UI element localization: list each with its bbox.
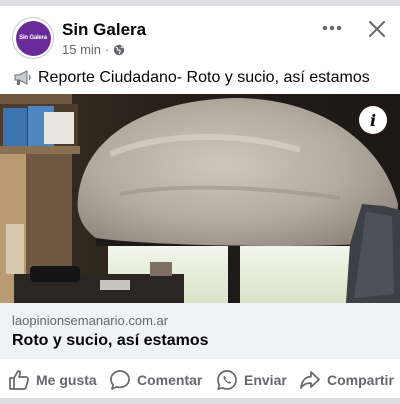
- like-button[interactable]: Me gusta: [8, 368, 97, 392]
- meta-separator: ·: [105, 42, 110, 57]
- info-button[interactable]: i: [359, 106, 387, 134]
- send-label: Enviar: [244, 372, 287, 388]
- link-title[interactable]: Roto y sucio, así estamos: [12, 332, 209, 350]
- avatar[interactable]: Sin Galera: [12, 17, 54, 59]
- post-meta: 15 min ·: [62, 42, 125, 57]
- comment-button[interactable]: Comentar: [109, 368, 202, 392]
- avatar-logo-text: Sin Galera: [19, 35, 47, 41]
- post-text-content: Reporte Ciudadano- Roto y sucio, así est…: [38, 69, 370, 86]
- close-button[interactable]: [364, 16, 390, 42]
- link-preview[interactable]: [0, 303, 400, 359]
- close-icon: [369, 21, 385, 37]
- post-text: Reporte Ciudadano- Roto y sucio, así est…: [12, 69, 370, 87]
- more-icon: [322, 25, 342, 31]
- whatsapp-icon: [217, 370, 237, 390]
- avatar-logo: Sin Galera: [15, 20, 51, 56]
- bottom-divider: [0, 398, 400, 404]
- share-button[interactable]: Compartir: [299, 368, 394, 392]
- like-label: Me gusta: [36, 372, 97, 388]
- info-icon: i: [369, 110, 377, 130]
- action-bar: Me gusta Comentar Enviar Compartir: [0, 362, 400, 398]
- like-icon: [9, 370, 29, 390]
- link-domain[interactable]: laopinionsemanario.com.ar: [12, 313, 168, 328]
- megaphone-icon: [14, 70, 31, 85]
- more-options-button[interactable]: [320, 16, 344, 40]
- photo-scene: [0, 94, 400, 303]
- post-time[interactable]: 15 min: [62, 42, 101, 57]
- share-label: Compartir: [327, 372, 394, 388]
- globe-icon: [114, 44, 125, 55]
- comment-icon: [110, 370, 130, 390]
- top-divider: [0, 0, 400, 6]
- post-photo[interactable]: [0, 94, 400, 303]
- page-name[interactable]: Sin Galera: [62, 20, 146, 40]
- send-button[interactable]: Enviar: [216, 368, 287, 392]
- share-icon: [300, 371, 320, 389]
- comment-label: Comentar: [137, 372, 203, 388]
